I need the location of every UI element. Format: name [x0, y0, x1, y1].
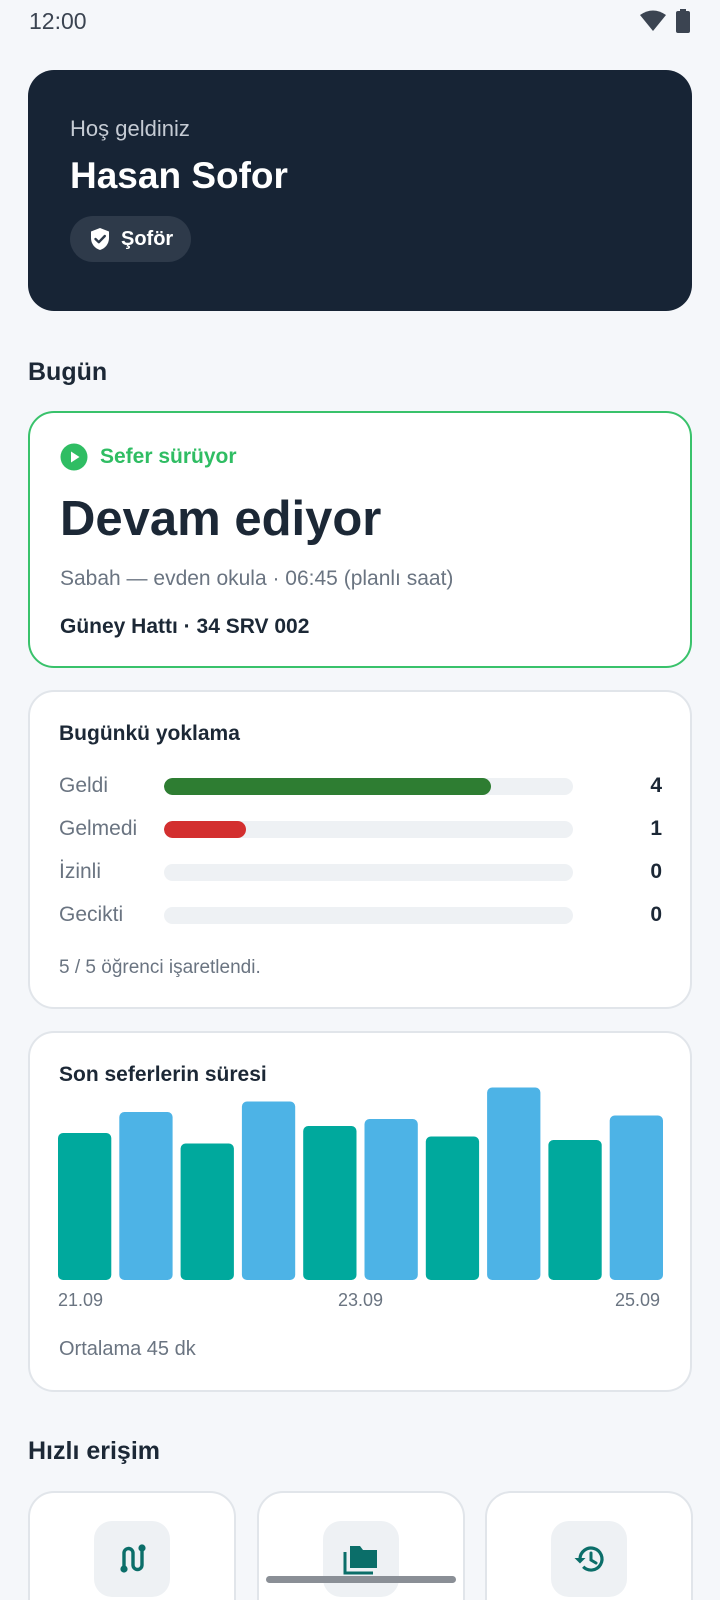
duration-bar	[425, 1136, 480, 1280]
x-tick-label: 21.09	[58, 1290, 104, 1310]
duration-bar	[487, 1087, 541, 1280]
history-icon	[574, 1546, 604, 1572]
duration-bar	[609, 1115, 663, 1280]
quick-access-documents[interactable]	[257, 1491, 465, 1600]
duration-bar	[241, 1101, 296, 1280]
duration-bar-chart	[58, 1087, 663, 1280]
route-icon	[120, 1544, 146, 1573]
duration-bar	[180, 1143, 234, 1280]
x-tick-label: 25.09	[615, 1290, 661, 1310]
duration-bar	[119, 1112, 173, 1280]
home-indicator[interactable]	[266, 1576, 456, 1583]
section-title-quick-access: Hızlı erişim	[28, 1437, 160, 1465]
duration-bar	[303, 1126, 357, 1280]
duration-bar	[58, 1133, 112, 1280]
x-tick-label: 23.09	[338, 1290, 384, 1310]
folder-icon	[343, 1546, 377, 1575]
quick-access-routes[interactable]	[28, 1491, 236, 1600]
quick-access-history[interactable]	[485, 1491, 693, 1600]
duration-bar	[548, 1140, 602, 1280]
duration-bar	[364, 1119, 418, 1280]
